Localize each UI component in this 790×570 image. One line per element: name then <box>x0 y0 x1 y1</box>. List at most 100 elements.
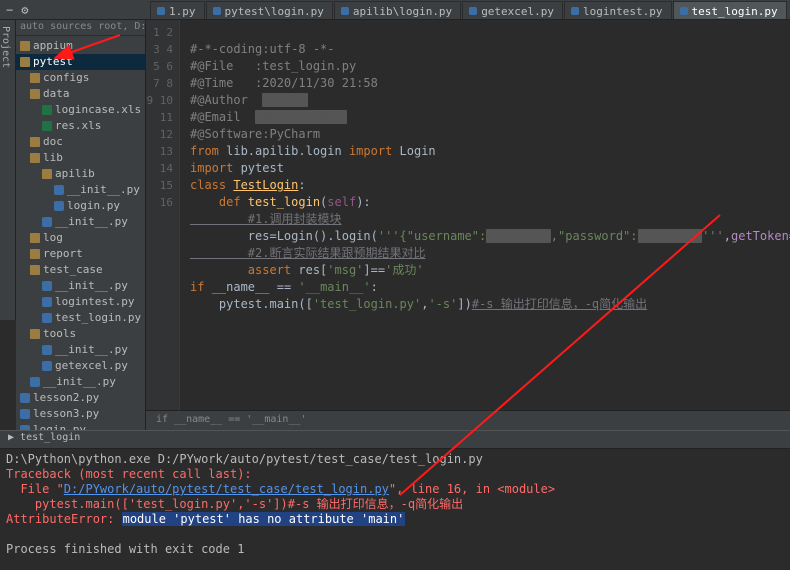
python-file-icon <box>469 7 477 15</box>
tree-node-doc[interactable]: doc <box>16 134 145 150</box>
python-file-icon <box>20 409 30 419</box>
tab-test_login-py[interactable]: test_login.py <box>673 1 787 19</box>
tab-logintest-py[interactable]: logintest.py <box>564 1 671 19</box>
tree-node-data[interactable]: data <box>16 86 145 102</box>
tree-node-report[interactable]: report <box>16 246 145 262</box>
tree-node-__init__-py[interactable]: __init__.py <box>16 342 145 358</box>
tab-label: getexcel.py <box>481 5 554 18</box>
tree-node-tools[interactable]: tools <box>16 326 145 342</box>
editor-tabs: 1.py pytest\login.py apilib\login.py getexc… <box>146 0 790 20</box>
tree-node-label: login.py <box>33 423 86 430</box>
tree-node-lib[interactable]: lib <box>16 150 145 166</box>
minus-icon[interactable]: − <box>6 3 13 17</box>
tree-node-getexcel-py[interactable]: getexcel.py <box>16 358 145 374</box>
tree-node-pytest[interactable]: pytest <box>16 54 145 70</box>
tree-node-label: apilib <box>55 167 95 180</box>
tree-node-label: test_case <box>43 263 103 276</box>
folder-icon <box>30 89 40 99</box>
folder-icon <box>42 169 52 179</box>
python-file-icon <box>42 281 52 291</box>
tab-apilib-login-py[interactable]: apilib\login.py <box>334 1 461 19</box>
tree-node-label: appium <box>33 39 73 52</box>
tree-node-label: __init__.py <box>55 279 128 292</box>
excel-file-icon <box>42 105 52 115</box>
python-file-icon <box>42 217 52 227</box>
tab-label: test_login.py <box>692 5 778 18</box>
tree-node-login-py[interactable]: login.py <box>16 198 145 214</box>
python-file-icon <box>42 297 52 307</box>
folder-icon <box>30 153 40 163</box>
tree-node-test_case[interactable]: test_case <box>16 262 145 278</box>
tab-1-py[interactable]: 1.py <box>150 1 205 19</box>
run-output[interactable]: D:\Python\python.exe D:/PYwork/auto/pyte… <box>0 449 790 560</box>
tree-node-__init__-py[interactable]: __init__.py <box>16 182 145 198</box>
tree-node-label: __init__.py <box>67 183 140 196</box>
folder-icon <box>30 265 40 275</box>
folder-icon <box>30 329 40 339</box>
tree-node-lesson2-py[interactable]: lesson2.py <box>16 390 145 406</box>
tree-node-label: lib <box>43 151 63 164</box>
editor[interactable]: 1 2 3 4 5 6 7 8 9 10 11 12 13 14 15 16 #… <box>146 20 790 410</box>
python-file-icon <box>42 361 52 371</box>
tab-label: 1.py <box>169 5 196 18</box>
folder-icon <box>20 57 30 67</box>
tree-node-label: __init__.py <box>55 343 128 356</box>
tree-node-res-xls[interactable]: res.xls <box>16 118 145 134</box>
tree-node-__init__-py[interactable]: __init__.py <box>16 214 145 230</box>
tree-node-label: tools <box>43 327 76 340</box>
tree-node-label: log <box>43 231 63 244</box>
python-file-icon <box>341 7 349 15</box>
tree-node-label: logincase.xls <box>55 103 141 116</box>
tree-node-label: res.xls <box>55 119 101 132</box>
breadcrumb[interactable]: if __name__ == '__main__' <box>146 410 790 430</box>
code-area[interactable]: #-*-coding:utf-8 -*- #@File :test_login.… <box>180 20 790 410</box>
tree-node-login-py[interactable]: login.py <box>16 422 145 430</box>
tree-node-label: __init__.py <box>55 215 128 228</box>
tree-node-logintest-py[interactable]: logintest.py <box>16 294 145 310</box>
tree-node-__init__-py[interactable]: __init__.py <box>16 374 145 390</box>
tree-node-appium[interactable]: appium <box>16 38 145 54</box>
tree-node-lesson3-py[interactable]: lesson3.py <box>16 406 145 422</box>
folder-icon <box>30 249 40 259</box>
project-root-hint: auto sources root, D:/PYwork/auto <box>16 20 145 36</box>
tree-node-log[interactable]: log <box>16 230 145 246</box>
tab-pytest-login-py[interactable]: pytest\login.py <box>206 1 333 19</box>
error-highlight: module 'pytest' has no attribute 'main' <box>122 512 406 526</box>
tab-getexcel-py[interactable]: getexcel.py <box>462 1 563 19</box>
run-tool-window: ▶ test_login D:\Python\python.exe D:/PYw… <box>0 430 790 570</box>
tab-label: pytest\login.py <box>225 5 324 18</box>
folder-icon <box>30 137 40 147</box>
project-tool-window-stripe[interactable]: Project <box>0 20 16 320</box>
tree-node-label: login.py <box>67 199 120 212</box>
tree-node-label: configs <box>43 71 89 84</box>
python-file-icon <box>54 201 64 211</box>
tree-node-configs[interactable]: configs <box>16 70 145 86</box>
python-file-icon <box>42 345 52 355</box>
python-file-icon <box>680 7 688 15</box>
tree-node-label: doc <box>43 135 63 148</box>
tree-node-label: __init__.py <box>43 375 116 388</box>
tab-label: apilib\login.py <box>353 5 452 18</box>
python-file-icon <box>20 393 30 403</box>
python-file-icon <box>30 377 40 387</box>
python-file-icon <box>213 7 221 15</box>
python-file-icon <box>54 185 64 195</box>
tree-node-label: lesson3.py <box>33 407 99 420</box>
python-file-icon <box>157 7 165 15</box>
tree-node-apilib[interactable]: apilib <box>16 166 145 182</box>
python-file-icon <box>42 313 52 323</box>
run-tab[interactable]: ▶ test_login <box>0 431 790 449</box>
tree-node-test_login-py[interactable]: test_login.py <box>16 310 145 326</box>
tree-node-label: getexcel.py <box>55 359 128 372</box>
folder-icon <box>20 41 30 51</box>
tree-node-label: logintest.py <box>55 295 134 308</box>
tree-node-__init__-py[interactable]: __init__.py <box>16 278 145 294</box>
tree-node-label: lesson2.py <box>33 391 99 404</box>
traceback-link[interactable]: D:/PYwork/auto/pytest/test_case/test_log… <box>64 482 389 496</box>
excel-file-icon <box>42 121 52 131</box>
tree-node-logincase-xls[interactable]: logincase.xls <box>16 102 145 118</box>
folder-icon <box>30 233 40 243</box>
gear-icon[interactable]: ⚙ <box>21 3 28 17</box>
python-file-icon <box>571 7 579 15</box>
tree-node-label: report <box>43 247 83 260</box>
